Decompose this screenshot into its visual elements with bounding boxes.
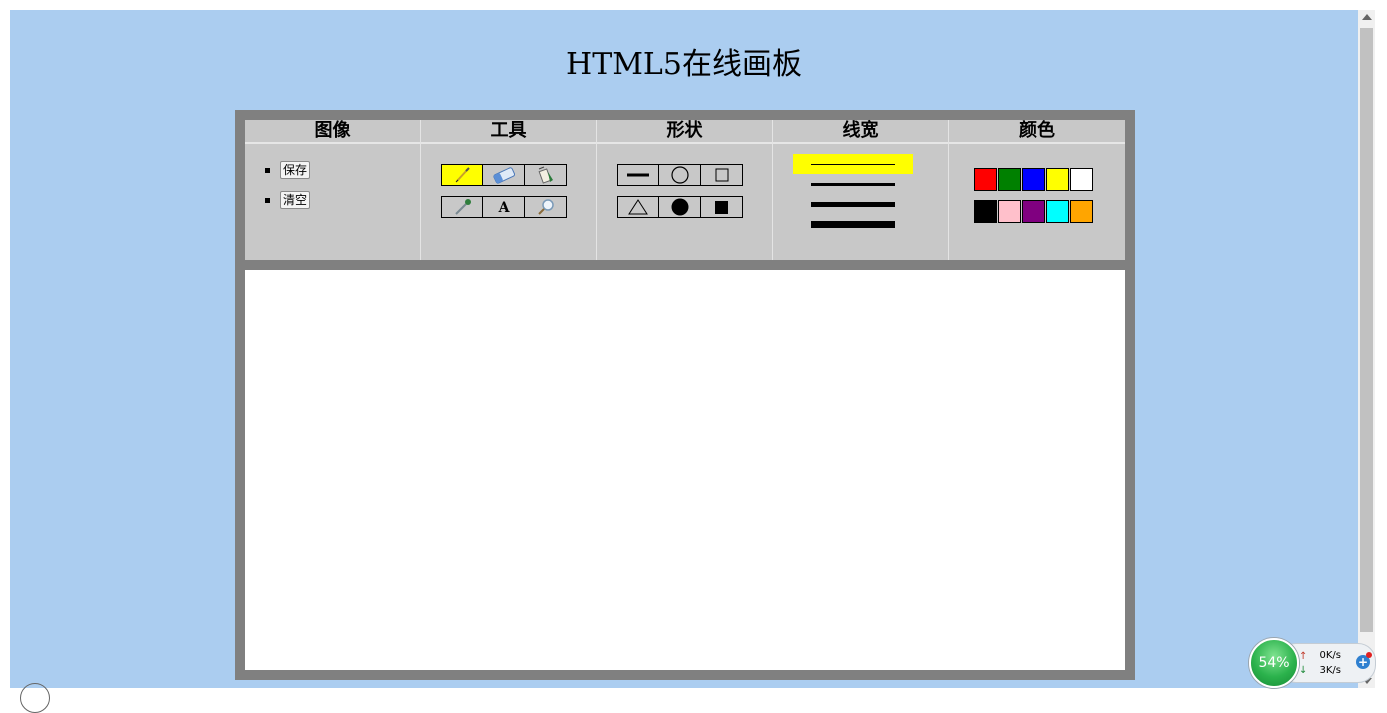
image-actions-list: 保存 清空 — [265, 155, 311, 215]
line-width-sample — [811, 182, 895, 186]
color-swatch[interactable] — [974, 200, 997, 223]
circle-filled-icon — [671, 198, 688, 216]
line-width-section-header: 线宽 — [773, 120, 948, 144]
eyedropper-tool[interactable] — [441, 196, 483, 218]
list-item: 清空 — [265, 185, 311, 215]
drawing-canvas[interactable] — [245, 270, 1125, 670]
shapes-section: 形状 — [597, 120, 773, 260]
square-filled-icon — [714, 201, 728, 214]
line-width-options — [793, 154, 913, 234]
text-tool[interactable]: A — [482, 196, 525, 218]
scroll-thumb[interactable] — [1360, 28, 1373, 632]
tools-grid: A — [441, 164, 567, 218]
color-swatch[interactable] — [974, 168, 997, 191]
color-swatch[interactable] — [1022, 200, 1045, 223]
circle-filled-shape-button[interactable] — [658, 196, 701, 218]
drawing-board: 图像 保存 清空 工具 A 形状 线宽 颜色 — [235, 110, 1135, 680]
square-outline-icon — [715, 168, 728, 182]
shapes-section-header: 形状 — [597, 120, 772, 144]
line-width-7[interactable] — [793, 214, 913, 234]
eyedropper-icon — [455, 199, 471, 215]
page-title: HTML5在线画板 — [566, 47, 802, 82]
color-swatch[interactable] — [1070, 200, 1093, 223]
circle-outline-shape-button[interactable] — [658, 164, 701, 186]
color-swatch[interactable] — [1046, 200, 1069, 223]
color-swatch[interactable] — [1046, 168, 1069, 191]
upload-speed: 0K/s — [1319, 650, 1342, 661]
line-width-3[interactable] — [793, 174, 913, 194]
square-outline-shape-button[interactable] — [700, 164, 743, 186]
page-viewport: HTML5在线画板 图像 保存 清空 工具 A 形状 线宽 颜色 — [10, 10, 1358, 688]
bullet-icon — [265, 197, 270, 203]
colors-section-header: 颜色 — [949, 120, 1125, 144]
svg-text:A: A — [497, 200, 510, 216]
memory-usage-gauge[interactable]: 54% — [1249, 638, 1299, 688]
square-filled-shape-button[interactable] — [700, 196, 743, 218]
eraser-icon — [492, 167, 515, 184]
triangle-outline-shape-button[interactable] — [617, 196, 659, 218]
line-shape-button[interactable] — [617, 164, 659, 186]
save-button[interactable]: 保存 — [280, 161, 311, 179]
colors-section: 颜色 — [949, 120, 1125, 260]
line-width-sample — [811, 201, 895, 207]
color-swatch[interactable] — [998, 200, 1021, 223]
image-section: 图像 保存 清空 — [245, 120, 421, 260]
scroll-up-arrow-icon[interactable] — [1362, 14, 1372, 20]
color-swatch[interactable] — [1070, 168, 1093, 191]
triangle-outline-icon — [628, 199, 648, 215]
paint-bucket-icon — [538, 166, 553, 184]
download-speed: 3K/s — [1319, 665, 1342, 676]
circle-outline-icon — [670, 166, 689, 184]
eraser-tool[interactable] — [482, 164, 525, 186]
vertical-scrollbar[interactable] — [1358, 10, 1375, 688]
clear-button[interactable]: 清空 — [280, 191, 311, 209]
line-width-section: 线宽 — [773, 120, 949, 260]
shapes-grid — [617, 164, 743, 218]
corner-circle-icon — [20, 683, 50, 713]
line-width-5[interactable] — [793, 194, 913, 214]
toolbar: 图像 保存 清空 工具 A 形状 线宽 颜色 — [245, 120, 1125, 260]
pencil-icon — [455, 167, 470, 183]
color-swatch[interactable] — [1022, 168, 1045, 191]
notification-dot — [1366, 652, 1372, 658]
magnifier-tool[interactable] — [524, 196, 567, 218]
list-item: 保存 — [265, 155, 311, 185]
line-icon — [627, 173, 649, 177]
magnifier-icon — [537, 199, 554, 215]
paint-bucket-tool[interactable] — [524, 164, 567, 186]
color-palette — [974, 168, 1094, 224]
line-width-1[interactable] — [793, 154, 913, 174]
bullet-icon — [265, 167, 270, 173]
line-width-sample — [811, 163, 895, 165]
image-section-header: 图像 — [245, 120, 420, 144]
pencil-tool[interactable] — [441, 164, 483, 186]
color-swatch[interactable] — [998, 168, 1021, 191]
line-width-sample — [811, 220, 895, 228]
tools-section-header: 工具 — [421, 120, 596, 144]
text-icon: A — [497, 200, 510, 216]
tools-section: 工具 A — [421, 120, 597, 260]
